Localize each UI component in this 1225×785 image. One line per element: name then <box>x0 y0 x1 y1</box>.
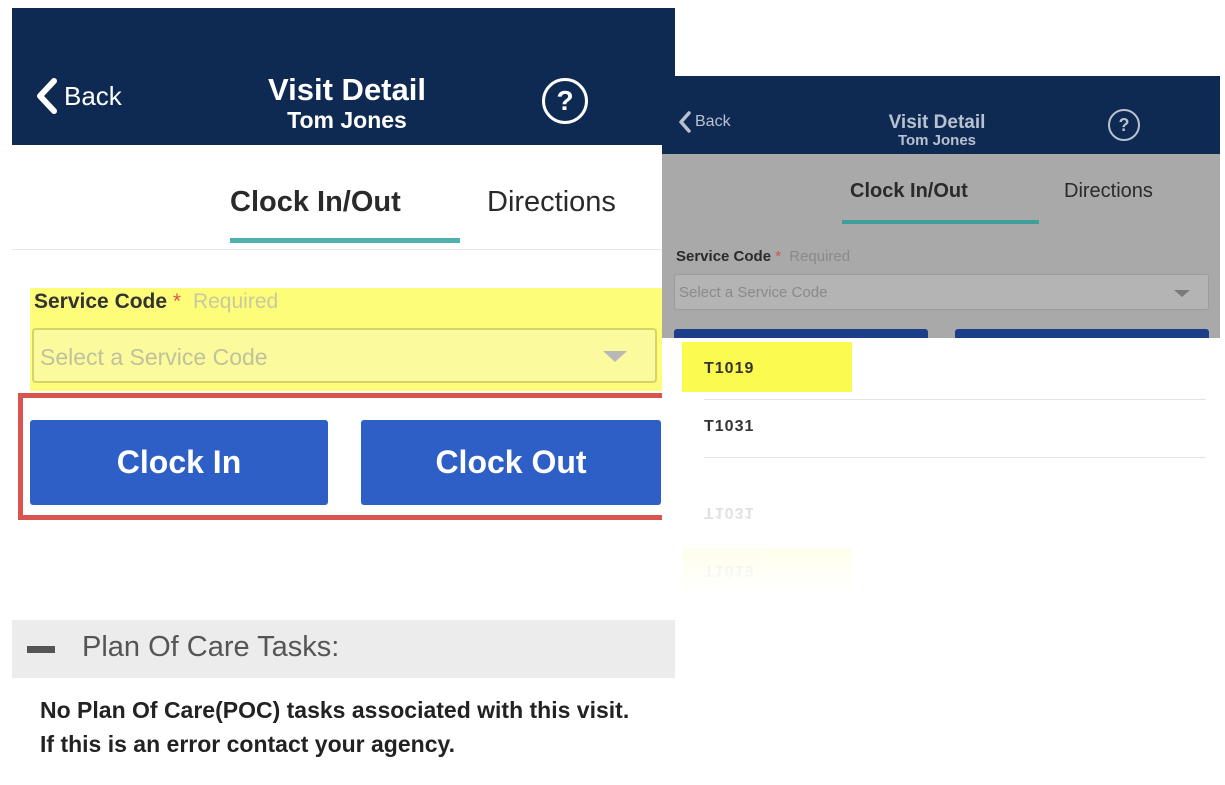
help-circle-icon: ? <box>1108 109 1140 141</box>
minus-icon <box>27 646 55 653</box>
required-marker: * <box>172 290 182 313</box>
required-text: Required <box>192 290 279 313</box>
tab-bar-dimmed: Clock In/Out Directions <box>662 154 1220 224</box>
required-text: Required <box>789 248 851 265</box>
back-button-dimmed: Back <box>676 110 731 134</box>
app-header-dimmed: Back Visit Detail Tom Jones ? <box>662 76 1220 154</box>
chevron-left-icon <box>679 111 691 133</box>
page-title: Visit Detail Tom Jones <box>832 112 1042 149</box>
help-circle-icon[interactable]: ? <box>542 78 588 124</box>
plan-of-care-title: Plan Of Care Tasks: <box>82 631 340 663</box>
back-button[interactable]: Back <box>32 76 122 116</box>
app-header: Back Visit Detail Tom Jones ? <box>12 8 675 145</box>
required-marker: * <box>775 248 782 265</box>
tab-clock-in-out[interactable]: Clock In/Out <box>230 186 401 219</box>
tab-directions[interactable]: Directions <box>487 186 616 219</box>
tab-directions: Directions <box>1064 180 1153 202</box>
option-code: T1031 <box>704 418 755 435</box>
caret-down-icon <box>1174 290 1190 297</box>
service-code-label-text: Service Code <box>676 248 772 265</box>
service-code-section: Service Code * Required Select a Service… <box>30 288 675 391</box>
caret-down-icon <box>603 351 627 362</box>
reflection-fade <box>662 466 1220 596</box>
dropdown-option[interactable]: T1031 <box>662 400 1220 458</box>
service-code-select-dimmed: Select a Service Code <box>674 274 1209 310</box>
service-code-select[interactable]: Select a Service Code <box>32 328 657 383</box>
page-subtitle: Tom Jones <box>897 132 977 149</box>
service-code-label: Service Code * Required <box>676 248 850 265</box>
page-subtitle: Tom Jones <box>287 107 407 133</box>
service-code-placeholder: Select a Service Code <box>40 344 268 370</box>
back-label: Back <box>64 80 122 111</box>
clock-buttons-callout: Clock In Clock Out <box>18 393 672 520</box>
chevron-left-icon <box>37 78 57 114</box>
clock-in-button[interactable]: Clock In <box>30 420 328 505</box>
right-screen: Back Visit Detail Tom Jones ? Clock In/O… <box>662 76 1220 596</box>
service-code-placeholder: Select a Service Code <box>679 284 828 301</box>
clock-out-button[interactable]: Clock Out <box>361 420 661 505</box>
tab-bar: Clock In/Out Directions <box>12 158 675 250</box>
active-tab-indicator <box>842 220 1039 224</box>
left-screen: Back Visit Detail Tom Jones ? Clock In/O… <box>12 8 675 785</box>
active-tab-indicator <box>230 238 460 243</box>
page-title-text: Visit Detail <box>888 112 986 133</box>
plan-of-care-message: No Plan Of Care(POC) tasks associated wi… <box>40 697 630 757</box>
dropdown-option[interactable]: T1019 <box>662 342 1220 400</box>
divider <box>704 457 1206 458</box>
service-code-label-text: Service Code <box>34 290 168 313</box>
plan-of-care-header[interactable]: Plan Of Care Tasks: <box>12 620 675 678</box>
option-code: T1019 <box>704 360 755 377</box>
service-code-label: Service Code * Required <box>34 290 278 314</box>
back-label: Back <box>695 113 731 130</box>
page-title-text: Visit Detail <box>268 72 426 107</box>
page-title: Visit Detail Tom Jones <box>222 74 472 134</box>
tab-clock-in-out: Clock In/Out <box>850 180 968 202</box>
